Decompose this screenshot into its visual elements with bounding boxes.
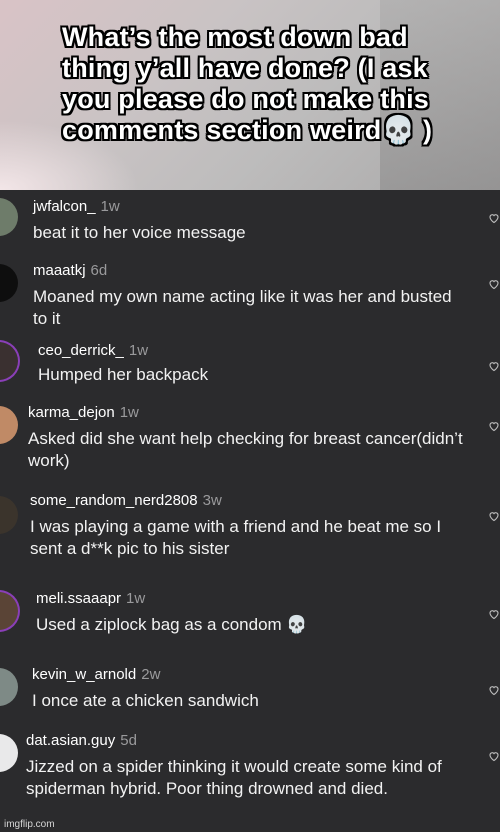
heart-outline-icon[interactable]: [488, 684, 500, 696]
comment-time: 1w: [100, 198, 120, 215]
avatar[interactable]: [0, 198, 18, 236]
heart-outline-icon[interactable]: [488, 212, 500, 224]
comment-time: 6d: [90, 262, 108, 279]
comment-username[interactable]: meli.ssaaapr 1w: [36, 590, 145, 607]
avatar[interactable]: [0, 496, 18, 534]
avatar[interactable]: [0, 264, 18, 302]
avatar[interactable]: [0, 734, 18, 772]
comment-time: 1w: [128, 342, 149, 359]
comment-username[interactable]: ceo_derrick_ 1w: [38, 342, 148, 359]
heart-outline-icon[interactable]: [488, 510, 500, 522]
video-caption: What’s the most down bad thing y’all hav…: [62, 22, 433, 145]
heart-outline-icon[interactable]: [488, 750, 500, 762]
comment-username[interactable]: maaatkj 6d: [33, 262, 107, 279]
comments-section[interactable]: jwfalcon_ 1w beat it to her voice message…: [0, 190, 500, 832]
comment-text: Asked did she want help checking for bre…: [28, 429, 463, 470]
comment-time: 3w: [202, 492, 222, 509]
comment-text: Used a ziplock bag as a condom 💀: [36, 615, 308, 634]
heart-outline-icon[interactable]: [488, 360, 500, 372]
comment-text: Moaned my own name acting like it was he…: [33, 287, 452, 328]
comment-username[interactable]: dat.asian.guy 5d: [26, 732, 137, 749]
avatar[interactable]: [0, 406, 18, 444]
comment-time: 2w: [141, 666, 161, 683]
comment-text: I once ate a chicken sandwich: [32, 691, 259, 710]
avatar[interactable]: [0, 342, 18, 380]
video-frame-header: What’s the most down bad thing y’all hav…: [0, 0, 500, 190]
avatar[interactable]: [0, 668, 18, 706]
comment-text: Humped her backpack: [38, 365, 209, 384]
comment-text: Jizzed on a spider thinking it would cre…: [26, 757, 442, 798]
comment-username[interactable]: karma_dejon 1w: [28, 404, 139, 421]
comment-time: 1w: [126, 590, 146, 607]
comment-time: 5d: [120, 732, 137, 749]
comment-username[interactable]: some_random_nerd2808 3w: [30, 492, 222, 509]
heart-outline-icon[interactable]: [488, 278, 500, 290]
heart-outline-icon[interactable]: [488, 420, 500, 432]
watermark: imgflip.com: [4, 819, 55, 830]
avatar[interactable]: [0, 592, 18, 630]
comment-time: 1w: [119, 404, 139, 421]
comment-text: I was playing a game with a friend and h…: [30, 517, 442, 558]
comment-text: beat it to her voice message: [33, 223, 246, 242]
comment-username[interactable]: kevin_w_arnold 2w: [32, 666, 160, 683]
heart-outline-icon[interactable]: [488, 608, 500, 620]
comment-username[interactable]: jwfalcon_ 1w: [33, 198, 120, 215]
